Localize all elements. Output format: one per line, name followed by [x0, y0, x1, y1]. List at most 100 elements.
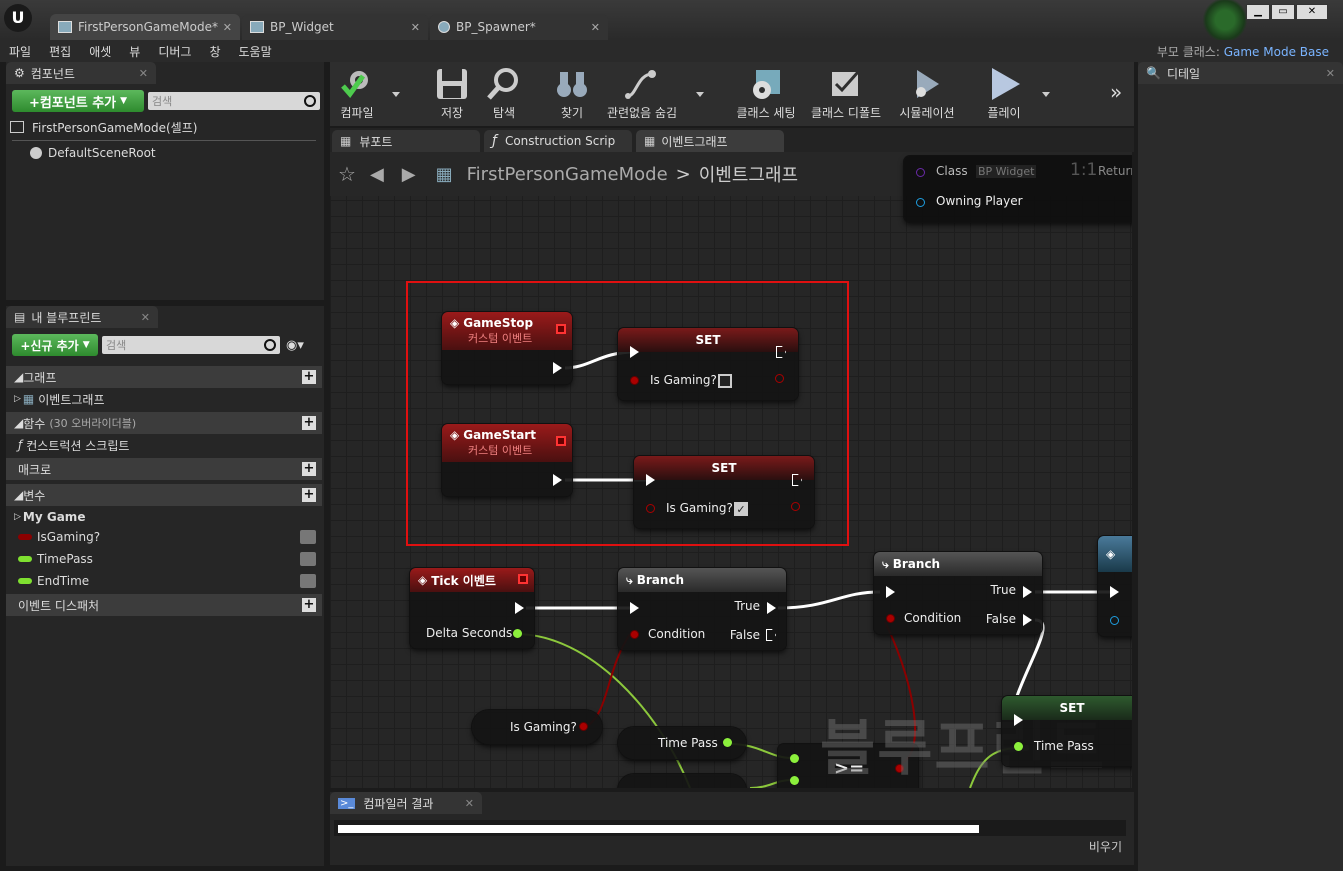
- get-variable-node[interactable]: [618, 774, 746, 788]
- blueprint-search-input[interactable]: 검색: [102, 336, 280, 354]
- create-widget-node[interactable]: Class BP Widget 1:1 Return Owning Player: [904, 156, 1132, 222]
- minimize-icon[interactable]: ▁: [1246, 4, 1270, 20]
- source-control-icon[interactable]: [1200, 0, 1250, 40]
- tick-event-node[interactable]: ◈ Tick 이벤트 Delta Seconds: [410, 568, 534, 648]
- bool-out-pin[interactable]: [579, 722, 588, 731]
- document-tab-firstpersongamemode[interactable]: FirstPersonGameMode* ✕: [50, 14, 240, 40]
- details-tab[interactable]: 🔍 디테일 ✕: [1138, 62, 1343, 84]
- exec-out-pin[interactable]: [515, 602, 524, 614]
- components-search-input[interactable]: 검색: [148, 92, 320, 110]
- condition-pin[interactable]: [630, 630, 639, 639]
- float-in-pin[interactable]: [1014, 742, 1023, 751]
- list-item-construction-script[interactable]: ƒ 컨스트럭션 스크립트: [10, 434, 129, 456]
- add-variable-icon[interactable]: +: [302, 488, 316, 502]
- add-dispatcher-icon[interactable]: +: [302, 598, 316, 612]
- class-settings-button[interactable]: 클래스 세팅: [734, 66, 798, 122]
- close-tab-icon[interactable]: ✕: [141, 311, 150, 324]
- close-tab-icon[interactable]: ✕: [591, 21, 600, 34]
- close-tab-icon[interactable]: ✕: [1326, 67, 1335, 80]
- close-icon[interactable]: ✕: [1296, 4, 1328, 20]
- object-pin[interactable]: [1110, 616, 1119, 625]
- play-button[interactable]: 플레이: [982, 66, 1026, 122]
- menu-view[interactable]: 뷰: [120, 43, 149, 60]
- menu-debug[interactable]: 디버그: [149, 43, 200, 60]
- variable-row[interactable]: TimePass: [6, 548, 322, 570]
- add-macro-icon[interactable]: +: [302, 462, 316, 476]
- back-arrow-icon[interactable]: ◀: [370, 164, 384, 185]
- simulation-button[interactable]: 시뮬레이션: [896, 66, 958, 122]
- menu-file[interactable]: 파일: [0, 43, 40, 60]
- float-out-pin[interactable]: [723, 738, 732, 747]
- play-options-chevron-icon[interactable]: [1042, 92, 1050, 97]
- get-timepass-node[interactable]: Time Pass: [618, 727, 746, 759]
- class-defaults-button[interactable]: 클래스 디폴트: [810, 66, 882, 122]
- functions-section[interactable]: ◢ 함수 (30 오버라이더블) +: [6, 412, 322, 434]
- macros-section[interactable]: 매크로 +: [6, 458, 322, 480]
- graphs-section[interactable]: ◢ 그래프 +: [6, 366, 322, 388]
- variable-category[interactable]: ▷ My Game: [6, 506, 85, 528]
- clear-button[interactable]: 비우기: [1089, 838, 1122, 855]
- exec-in-pin[interactable]: [1014, 714, 1023, 726]
- document-tab-bp-spawner[interactable]: BP_Spawner* ✕: [430, 14, 608, 40]
- parent-class-link[interactable]: Game Mode Base: [1224, 45, 1329, 59]
- compile-options-chevron-icon[interactable]: [392, 92, 400, 97]
- set-timepass-node[interactable]: SET Time Pass: [1002, 696, 1132, 766]
- component-root[interactable]: FirstPersonGameMode(셀프): [6, 116, 324, 138]
- close-tab-icon[interactable]: ✕: [411, 21, 420, 34]
- favorite-star-icon[interactable]: ☆: [338, 162, 356, 186]
- variables-section[interactable]: ◢ 변수 +: [6, 484, 322, 506]
- find-button[interactable]: 찾기: [552, 66, 592, 122]
- close-tab-icon[interactable]: ✕: [465, 797, 474, 810]
- add-function-icon[interactable]: +: [302, 416, 316, 430]
- hide-unrelated-button[interactable]: 관련없음 숨김: [604, 66, 680, 122]
- condition-pin[interactable]: [886, 614, 895, 623]
- hide-unrelated-chevron-icon[interactable]: [696, 92, 704, 97]
- visibility-toggle-icon[interactable]: [300, 552, 316, 566]
- visibility-toggle-icon[interactable]: [300, 574, 316, 588]
- branch-node[interactable]: ⤷ Branch True Condition False: [618, 568, 786, 650]
- variable-row[interactable]: IsGaming?: [6, 526, 322, 548]
- document-tab-bp-widget[interactable]: BP_Widget ✕: [242, 14, 428, 40]
- float-out-pin[interactable]: [513, 629, 522, 638]
- false-exec-pin[interactable]: [1023, 614, 1032, 626]
- exec-in-pin[interactable]: [1110, 586, 1119, 598]
- breadcrumb-root[interactable]: FirstPersonGameMode: [467, 164, 668, 185]
- unreal-logo-icon[interactable]: U: [4, 4, 32, 32]
- menu-asset[interactable]: 애셋: [80, 43, 120, 60]
- add-new-button[interactable]: +신규 추가 ▼: [12, 334, 98, 356]
- class-dropdown[interactable]: BP Widget: [976, 165, 1037, 178]
- tab-event-graph[interactable]: ▦ 이벤트그래프: [636, 130, 784, 152]
- close-tab-icon[interactable]: ✕: [139, 67, 148, 80]
- function-call-node[interactable]: ◈: [1098, 536, 1132, 636]
- branch-node[interactable]: ⤷ Branch True Condition False: [874, 552, 1042, 634]
- component-default-scene-root[interactable]: DefaultSceneRoot: [26, 142, 156, 164]
- eye-icon[interactable]: ◉▾: [286, 338, 304, 353]
- float-in-pin[interactable]: [790, 776, 799, 785]
- tab-construction-script[interactable]: ƒ Construction Scrip: [484, 130, 632, 152]
- menu-edit[interactable]: 편집: [40, 43, 80, 60]
- maximize-icon[interactable]: ▭: [1271, 4, 1295, 20]
- toolbar-overflow-icon[interactable]: »: [1110, 80, 1122, 104]
- visibility-toggle-icon[interactable]: [300, 530, 316, 544]
- delegate-pin-icon[interactable]: [518, 574, 528, 584]
- tab-viewport[interactable]: ▦ 뷰포트: [332, 130, 480, 152]
- add-component-button[interactable]: +컴포넌트 추가 ▼: [12, 90, 144, 112]
- event-graph-canvas[interactable]: ☆ ◀ ▶ ▦ FirstPersonGameMode > 이벤트그래프 Cla…: [330, 152, 1132, 788]
- components-tab[interactable]: ⚙ 컴포넌트 ✕: [6, 62, 156, 84]
- owning-player-pin[interactable]: [916, 198, 925, 207]
- my-blueprint-tab[interactable]: ▤ 내 블루프린트 ✕: [6, 306, 158, 328]
- menu-window[interactable]: 창: [200, 43, 229, 60]
- get-isgaming-node[interactable]: Is Gaming?: [472, 710, 602, 744]
- add-graph-icon[interactable]: +: [302, 370, 316, 384]
- browse-button[interactable]: 탐색: [482, 66, 526, 122]
- forward-arrow-icon[interactable]: ▶: [402, 164, 416, 185]
- save-button[interactable]: 저장: [434, 66, 470, 122]
- exec-in-pin[interactable]: [886, 586, 895, 598]
- compile-button[interactable]: 컴파일: [334, 66, 380, 122]
- true-exec-pin[interactable]: [1023, 586, 1032, 598]
- float-in-pin[interactable]: [790, 754, 799, 763]
- variable-row[interactable]: EndTime: [6, 570, 322, 592]
- true-exec-pin[interactable]: [767, 602, 776, 614]
- exec-in-pin[interactable]: [630, 602, 639, 614]
- compiler-results-tab[interactable]: >_ 컴파일러 결과 ✕: [330, 792, 482, 814]
